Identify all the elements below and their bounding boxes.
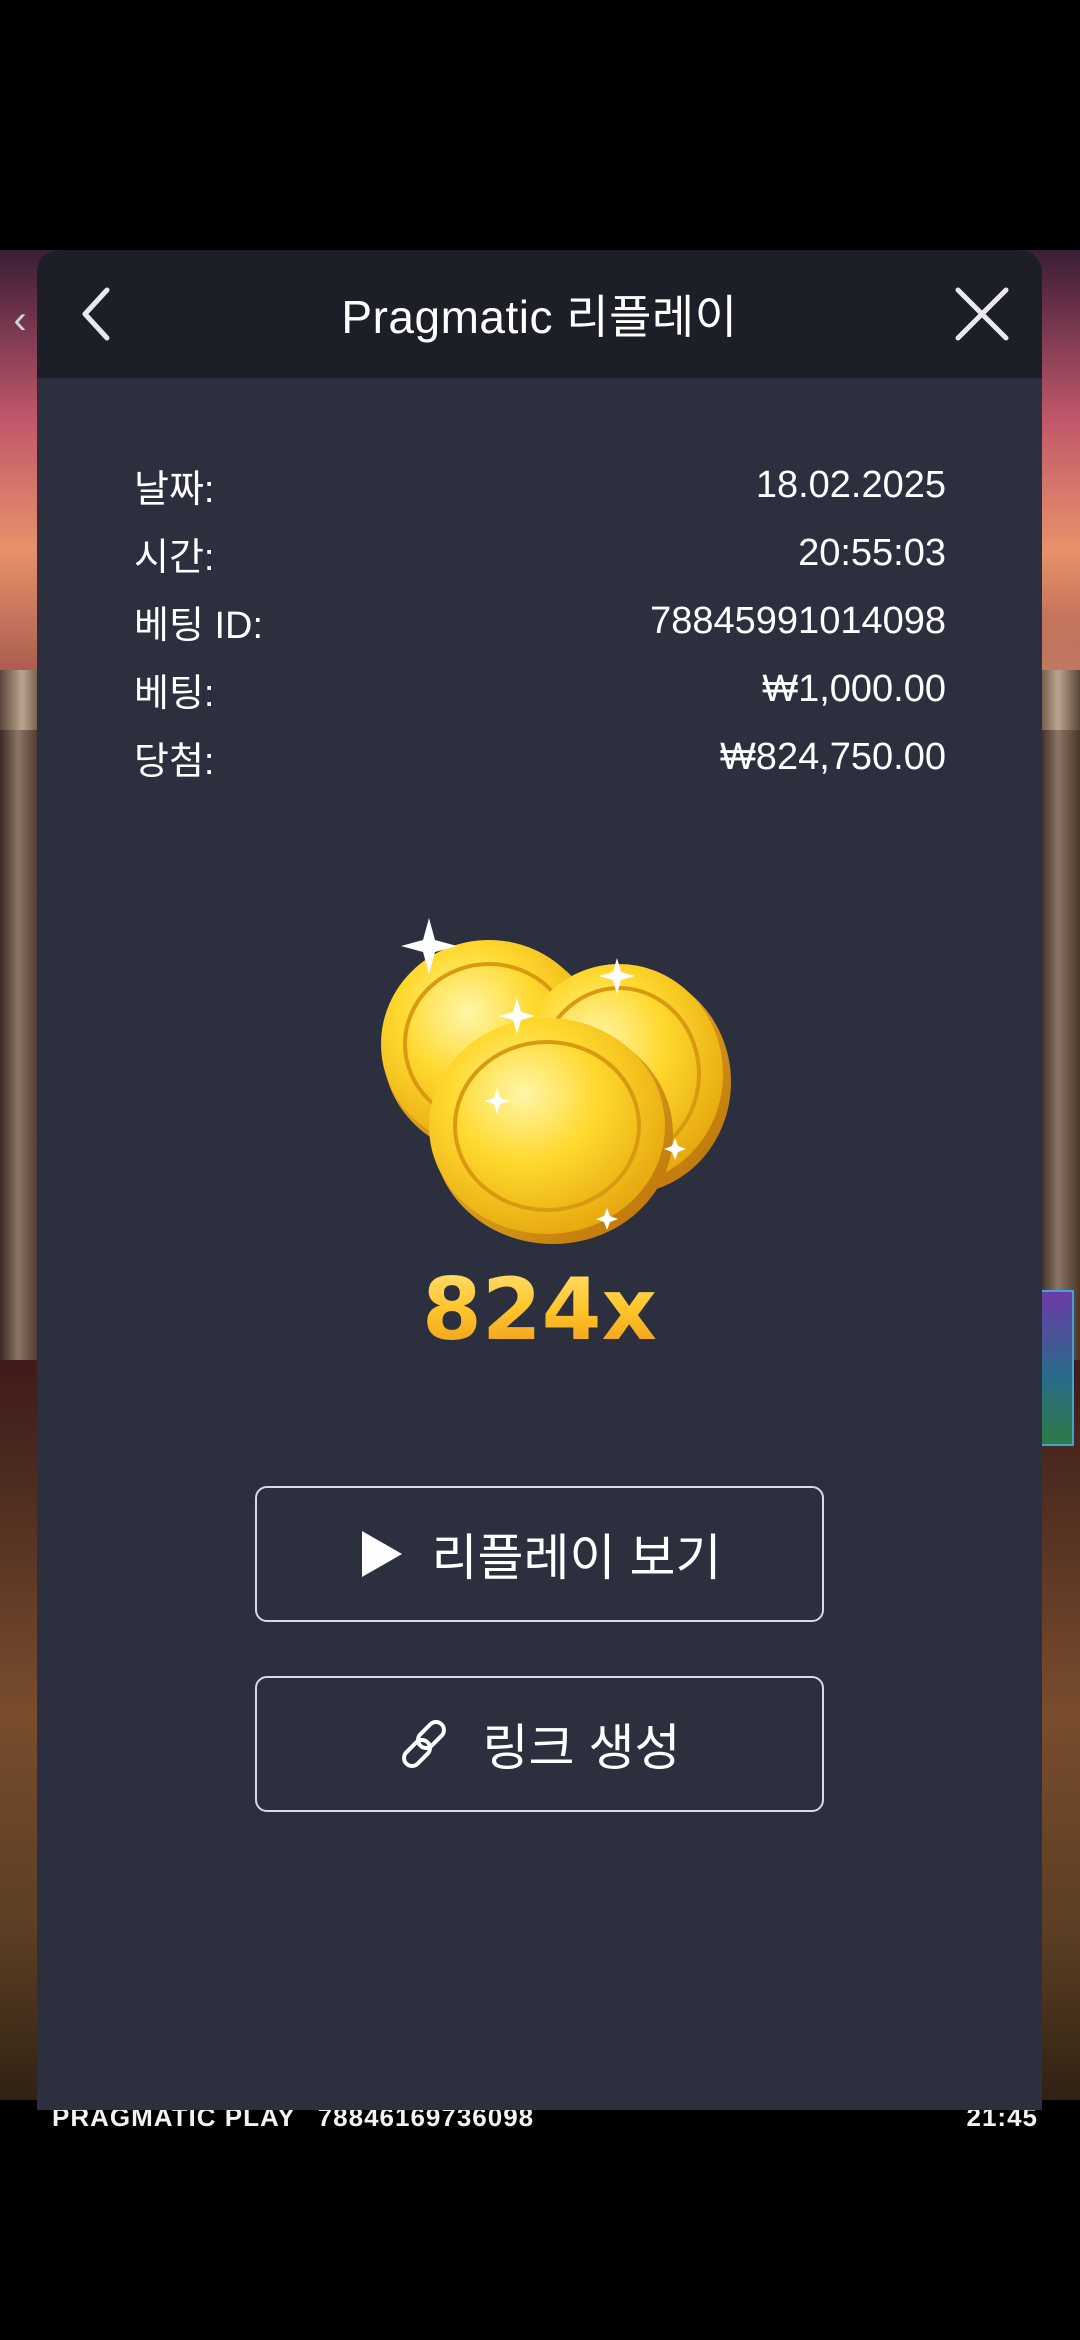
watch-replay-label: 리플레이 보기 (431, 1530, 722, 1586)
detail-row-win: 당첨: ₩824,750.00 (134, 727, 946, 787)
detail-value: 20:55:03 (798, 531, 946, 574)
win-multiplier: 824x (37, 1260, 1042, 1370)
panel-header: Pragmatic 리플레이 (37, 250, 1042, 378)
detail-value: 18.02.2025 (755, 463, 946, 506)
game-side-tab[interactable]: ‹ (0, 250, 40, 390)
right-pillar (1040, 680, 1080, 1360)
watch-replay-button[interactable]: 리플레이 보기 (255, 1486, 824, 1622)
detail-value: 78845991014098 (650, 599, 946, 642)
chevron-left-small-icon: ‹ (13, 297, 27, 342)
detail-label: 시간: (134, 536, 215, 579)
close-button[interactable] (940, 272, 1024, 356)
create-link-label: 링크 생성 (482, 1720, 681, 1776)
left-pillar (0, 680, 40, 1360)
create-link-button[interactable]: 링크 생성 (255, 1676, 824, 1812)
detail-value: ₩824,750.00 (719, 735, 946, 778)
reel-symbol-partial (1040, 1290, 1074, 1446)
right-pillar-cap (1036, 670, 1080, 730)
detail-row-bet: 베팅: ₩1,000.00 (134, 659, 946, 719)
gold-coins-icon (381, 918, 731, 1244)
link-icon (399, 1716, 455, 1772)
detail-label: 당첨: (134, 740, 215, 783)
detail-row-date: 날짜: 18.02.2025 (134, 455, 946, 515)
detail-label: 베팅: (134, 672, 215, 715)
panel-title: Pragmatic 리플레이 (341, 291, 738, 343)
detail-row-bet-id: 베팅 ID: 78845991014098 (134, 591, 946, 651)
detail-value: ₩1,000.00 (762, 667, 946, 710)
play-icon (358, 1529, 404, 1579)
replay-panel: Pragmatic 리플레이 날짜: 18.02.2025 시간: 20:55:… (37, 250, 1042, 2110)
detail-label: 날짜: (134, 468, 215, 511)
close-icon (955, 287, 1009, 341)
detail-label: 베팅 ID: (134, 604, 264, 647)
detail-row-time: 시간: 20:55:03 (134, 523, 946, 583)
